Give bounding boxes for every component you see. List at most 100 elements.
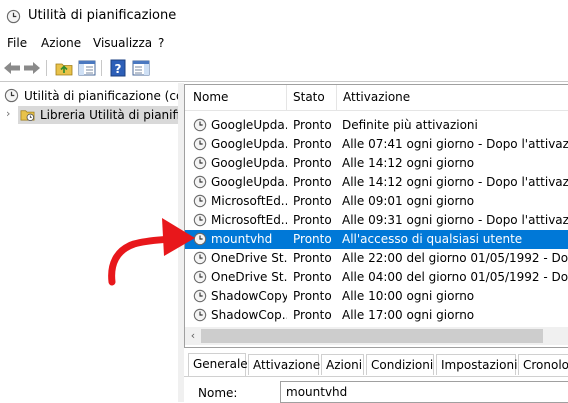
folder-up-icon — [55, 63, 73, 76]
cell-status: Pronto — [293, 270, 332, 284]
table-row[interactable]: OneDrive St... Pronto Alle 04:00 del giorn… — [185, 268, 568, 287]
table-row[interactable]: GoogleUpda... Pronto Alle 14:12 ogni giorn… — [185, 173, 568, 192]
task-clock-icon — [193, 137, 207, 151]
tree-item-library[interactable]: › Libreria Utilità di pianifica — [0, 106, 178, 124]
clock-icon — [4, 88, 19, 103]
column-header-name[interactable]: Nome — [187, 85, 287, 110]
cell-name: OneDrive St... — [211, 251, 287, 265]
show-tree-button[interactable] — [77, 58, 97, 78]
cell-name: OneDrive St... — [211, 270, 287, 284]
up-folder-button[interactable] — [54, 58, 74, 78]
cell-trigger: Alle 09:31 ogni giorno - Dopo l'attivazi… — [342, 213, 568, 227]
cell-trigger: Alle 07:41 ogni giorno - Dopo l'attivazi… — [342, 137, 568, 151]
cell-trigger: Definite più attivazioni — [342, 118, 478, 132]
task-clock-icon — [193, 232, 207, 246]
tab-azioni[interactable]: Azioni — [321, 354, 364, 375]
cell-trigger: All'accesso di qualsiasi utente — [342, 232, 523, 246]
cell-status: Pronto — [293, 251, 332, 265]
task-list: Nome Stato Attivazione GoogleUpda... Pron… — [184, 84, 568, 348]
table-row[interactable]: GoogleUpda... Pronto Alle 14:12 ogni giorn… — [185, 154, 568, 173]
cell-name: mountvhd — [211, 232, 273, 246]
menu-azione[interactable]: Azione — [41, 36, 81, 50]
back-button[interactable] — [2, 58, 22, 78]
tab-condizioni[interactable]: Condizioni — [366, 354, 434, 375]
cell-status: Pronto — [293, 194, 332, 208]
table-row[interactable]: GoogleUpda... Pronto Definite più attivazi… — [185, 116, 568, 135]
table-row[interactable]: MicrosoftEd... Pronto Alle 09:01 ogni gior… — [185, 192, 568, 211]
table-row[interactable]: ShadowCopy Pronto Alle 10:00 ogni giorno — [185, 287, 568, 306]
cell-trigger: Alle 04:00 del giorno 01/05/1992 - Dopo … — [342, 270, 568, 284]
menu-bar: File Azione Visualizza ? — [0, 33, 568, 54]
cell-status: Pronto — [293, 213, 332, 227]
name-field[interactable]: mountvhd — [280, 381, 568, 403]
cell-status: Pronto — [293, 156, 332, 170]
task-clock-icon — [193, 308, 207, 322]
scrollbar-thumb[interactable] — [201, 329, 543, 343]
cell-name: MicrosoftEd... — [211, 213, 287, 227]
tab-strip-divider — [184, 376, 568, 377]
cell-name: GoogleUpda... — [211, 175, 287, 189]
task-clock-icon — [193, 118, 207, 132]
show-hide-tree-icon — [78, 60, 96, 76]
details-pane: Generale Attivazione Azioni Condizioni I… — [184, 347, 568, 403]
tab-impostazioni[interactable]: Impostazioni — [436, 354, 517, 375]
cell-trigger: Alle 22:00 del giorno 01/05/1992 - Dopo … — [342, 251, 568, 265]
cell-name: GoogleUpda... — [211, 137, 287, 151]
toolbar-separator — [46, 60, 47, 76]
cell-status: Pronto — [293, 232, 332, 246]
cell-trigger: Alle 10:00 ogni giorno — [342, 289, 475, 303]
task-clock-icon — [193, 194, 207, 208]
cell-name: ShadowCop... — [211, 308, 287, 322]
table-row[interactable]: ShadowCop... Pronto Alle 17:00 ogni giorno — [185, 306, 568, 325]
forward-arrow-icon — [24, 62, 40, 74]
menu-file[interactable]: File — [7, 36, 27, 50]
toolbar-separator — [101, 60, 102, 76]
cell-status: Pronto — [293, 289, 332, 303]
cell-status: Pronto — [293, 308, 332, 322]
menu-visualizza[interactable]: Visualizza — [93, 36, 152, 50]
cell-trigger: Alle 14:12 ogni giorno — [342, 156, 475, 170]
properties-icon — [132, 60, 150, 76]
tab-attivazione[interactable]: Attivazione — [248, 354, 320, 375]
column-header-trigger[interactable]: Attivazione — [337, 85, 568, 110]
column-header-status[interactable]: Stato — [287, 85, 337, 110]
cell-status: Pronto — [293, 175, 332, 189]
task-clock-icon — [193, 251, 207, 265]
cell-trigger: Alle 09:01 ogni giorno — [342, 194, 475, 208]
cell-trigger: Alle 14:12 ogni giorno - Dopo l'attivazi… — [342, 175, 568, 189]
window-title: Utilità di pianificazione — [28, 8, 177, 23]
task-clock-icon — [193, 175, 207, 189]
red-arrow-annotation — [108, 218, 195, 286]
horizontal-scrollbar[interactable]: ‹ — [185, 327, 568, 345]
table-row[interactable]: mountvhd Pronto All'accesso di qualsiasi u… — [185, 230, 568, 249]
task-clock-icon — [193, 270, 207, 284]
cell-name: MicrosoftEd... — [211, 194, 287, 208]
cell-name: GoogleUpda... — [211, 118, 287, 132]
clock-icon — [6, 9, 21, 24]
svg-text:?: ? — [115, 62, 122, 76]
task-clock-icon — [193, 213, 207, 227]
back-arrow-icon — [4, 62, 20, 74]
menu-help[interactable]: ? — [158, 36, 164, 50]
cell-name: GoogleUpda... — [211, 156, 287, 170]
tab-cronologia[interactable]: Cronolog — [518, 354, 568, 375]
title-bar: Utilità di pianificazione — [0, 0, 568, 32]
list-header: Nome Stato Attivazione — [185, 85, 568, 111]
tree-item-library-label: Libreria Utilità di pianifica — [40, 108, 178, 122]
cell-name: ShadowCopy — [211, 289, 287, 303]
properties-button[interactable] — [131, 58, 151, 78]
cell-status: Pronto — [293, 137, 332, 151]
tab-generale[interactable]: Generale — [188, 353, 248, 376]
tree-item-root-label: Utilità di pianificazione (comp — [24, 89, 178, 103]
help-button[interactable]: ? — [108, 58, 128, 78]
scroll-left-icon[interactable]: ‹ — [187, 328, 199, 344]
toolbar: ? — [0, 55, 568, 82]
forward-button[interactable] — [22, 58, 42, 78]
folder-clock-icon — [20, 110, 35, 122]
table-row[interactable]: MicrosoftEd... Pronto Alle 09:31 ogni gior… — [185, 211, 568, 230]
chevron-right-icon[interactable]: › — [6, 107, 10, 120]
tree-item-root[interactable]: Utilità di pianificazione (comp — [0, 87, 178, 105]
table-row[interactable]: GoogleUpda... Pronto Alle 07:41 ogni giorn… — [185, 135, 568, 154]
help-icon: ? — [110, 59, 126, 77]
table-row[interactable]: OneDrive St... Pronto Alle 22:00 del giorn… — [185, 249, 568, 268]
